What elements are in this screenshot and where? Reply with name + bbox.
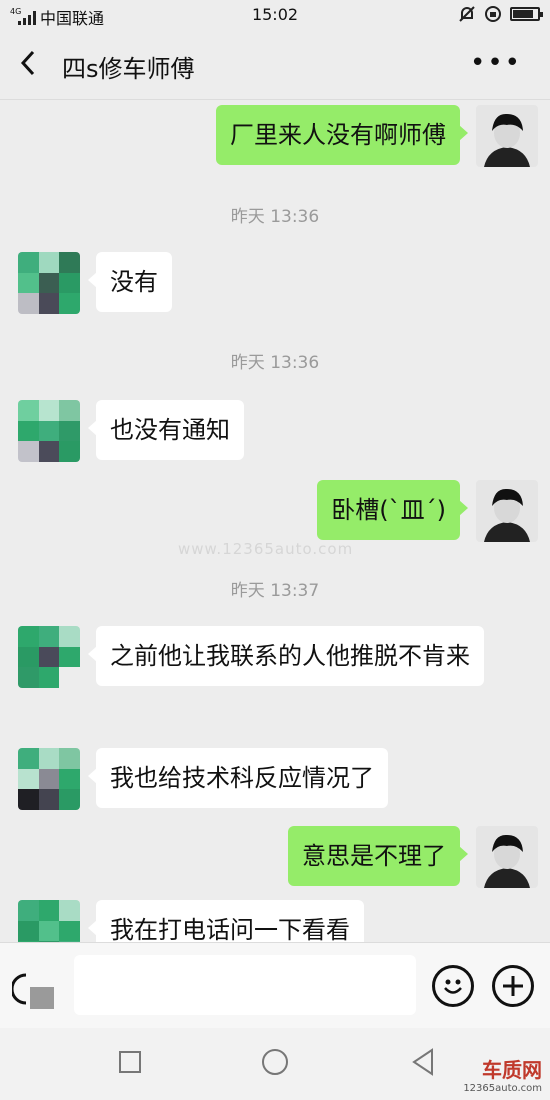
- message-bubble[interactable]: 之前他让我联系的人他推脱不肯来: [88, 626, 484, 686]
- message-list[interactable]: 厂里来人没有啊师傅 昨天 13:36 没有 昨天 13:36 也没有通知 卧槽(…: [0, 100, 550, 942]
- contact-avatar[interactable]: [18, 626, 80, 688]
- contact-avatar[interactable]: [18, 748, 80, 810]
- message-sent: 意思是不理了: [288, 826, 538, 888]
- chat-header: 四s修车师傅 •••: [0, 30, 550, 100]
- battery-icon: [510, 7, 543, 21]
- message-sent: 卧槽(`皿´): [317, 480, 538, 542]
- timestamp: 昨天 13:36: [230, 207, 320, 227]
- rotation-lock-icon: [485, 6, 501, 22]
- message-received: 之前他让我联系的人他推脱不肯来: [18, 626, 484, 688]
- message-received: 我也给技术科反应情况了: [18, 748, 388, 810]
- back-nav-icon[interactable]: [410, 1048, 436, 1076]
- more-options-icon[interactable]: •••: [470, 48, 522, 78]
- message-bubble[interactable]: 我在打电话问一下看看: [88, 900, 364, 942]
- message-received: 我在打电话问一下看看: [18, 900, 364, 942]
- contact-name: 四s修车师傅: [62, 55, 195, 83]
- message-received: 也没有通知: [18, 400, 244, 462]
- message-bubble[interactable]: 卧槽(`皿´): [317, 480, 468, 540]
- add-attachment-icon[interactable]: [492, 965, 534, 1007]
- message-bubble[interactable]: 我也给技术科反应情况了: [88, 748, 388, 808]
- input-bar: [0, 942, 550, 1028]
- message-received: 没有: [18, 252, 172, 314]
- contact-avatar[interactable]: [18, 252, 80, 314]
- back-arrow-icon[interactable]: [18, 48, 38, 78]
- message-bubble[interactable]: 意思是不理了: [288, 826, 468, 886]
- message-bubble[interactable]: 也没有通知: [88, 400, 244, 460]
- user-avatar[interactable]: [476, 826, 538, 888]
- contact-avatar[interactable]: [18, 400, 80, 462]
- system-nav-bar: 车质网 12365auto.com: [0, 1028, 550, 1100]
- message-bubble[interactable]: 没有: [88, 252, 172, 312]
- mute-alarm-icon: [459, 6, 475, 22]
- voice-input-icon[interactable]: [12, 967, 56, 1011]
- message-sent: 厂里来人没有啊师傅: [216, 105, 538, 167]
- recent-apps-icon[interactable]: [118, 1050, 142, 1074]
- user-avatar[interactable]: [476, 105, 538, 167]
- status-bar: 4G 中国联通 15:02: [0, 0, 550, 30]
- message-bubble[interactable]: 厂里来人没有啊师傅: [216, 105, 468, 165]
- timestamp: 昨天 13:36: [230, 353, 320, 373]
- timestamp: 昨天 13:37: [230, 581, 320, 601]
- site-logo: 车质网 12365auto.com: [463, 1058, 542, 1094]
- emoji-icon[interactable]: [432, 965, 474, 1007]
- user-avatar[interactable]: [476, 480, 538, 542]
- message-input[interactable]: [74, 955, 416, 1015]
- home-icon[interactable]: [261, 1048, 289, 1076]
- system-icons: [458, 5, 543, 23]
- contact-avatar[interactable]: [18, 900, 80, 942]
- watermark: www.12365auto.com: [178, 540, 354, 558]
